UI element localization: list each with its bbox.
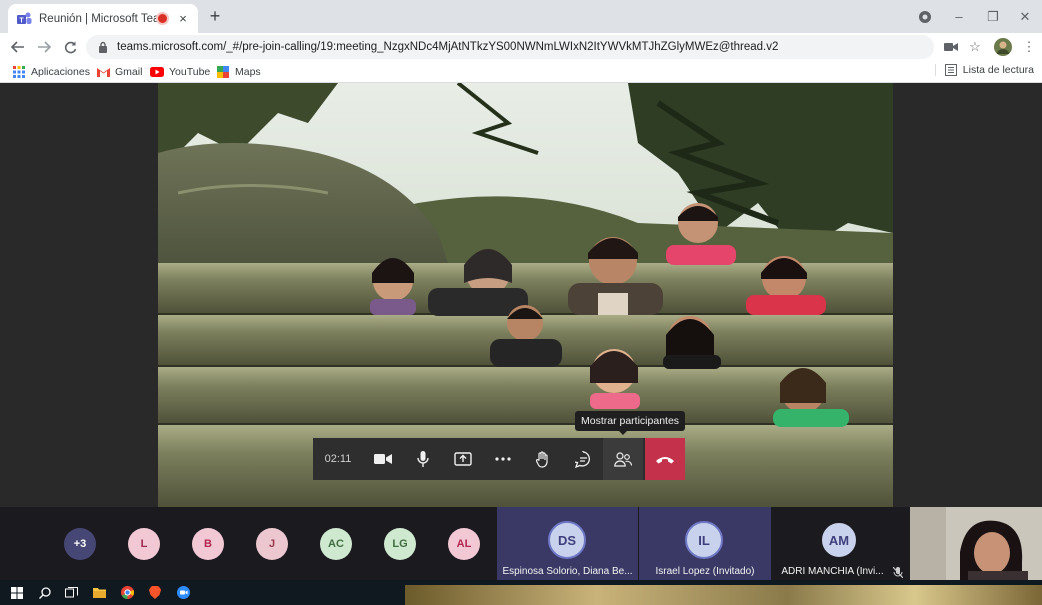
tooltip-arrow: [618, 430, 628, 435]
participant-avatar[interactable]: J: [256, 528, 288, 560]
bookmark-label: Maps: [235, 66, 261, 78]
chat-icon: [574, 450, 590, 468]
participants-icon: [614, 451, 632, 467]
participant-avatar[interactable]: LG: [384, 528, 416, 560]
share-screen-icon: [454, 452, 472, 466]
microphone-icon: [417, 451, 429, 467]
teams-favicon-icon: T: [16, 11, 32, 27]
maps-icon: [216, 66, 230, 78]
participants-tooltip: Mostrar participantes: [575, 411, 686, 431]
share-screen-button[interactable]: [443, 438, 483, 480]
menu-kebab-icon[interactable]: ⋮: [1018, 36, 1040, 58]
participant-tile[interactable]: AM ADRI MANCHIA (Invi...: [772, 507, 909, 580]
brave-icon[interactable]: [146, 584, 164, 601]
bookmark-label: YouTube: [169, 66, 211, 78]
bookmark-label: Gmail: [115, 66, 143, 78]
bookmark-gmail[interactable]: Gmail: [96, 64, 142, 80]
camera-icon: [374, 454, 392, 464]
new-tab-button[interactable]: +: [204, 6, 226, 28]
browser-tab[interactable]: T Reunión | Microsoft Teams ×: [8, 4, 198, 33]
screen: { "browser": { "tab_title": "Reunión | M…: [0, 0, 1042, 605]
restore-button[interactable]: ❐: [976, 0, 1010, 33]
microphone-toggle-button[interactable]: [403, 438, 443, 480]
reading-list-label: Lista de lectura: [962, 64, 1034, 76]
bookmark-label: Aplicaciones: [31, 66, 90, 78]
url-text: teams.microsoft.com/_#/pre-join-calling/…: [117, 41, 779, 53]
reload-icon[interactable]: [58, 35, 82, 59]
participant-avatar[interactable]: AL: [448, 528, 480, 560]
participant-initials: DS: [548, 521, 586, 559]
chat-button[interactable]: [563, 438, 603, 480]
call-controls-bar: [363, 438, 645, 480]
self-video-preview[interactable]: [910, 507, 1042, 580]
bookmark-star-icon[interactable]: ☆: [964, 36, 986, 58]
lock-icon: [96, 40, 110, 54]
back-arrow-icon[interactable]: [6, 35, 30, 59]
participants-button[interactable]: [603, 438, 643, 480]
participant-name: ADRI MANCHIA (Invi...: [781, 566, 884, 577]
bookmark-aplicaciones[interactable]: Aplicaciones: [12, 64, 90, 80]
reading-list-icon: [944, 64, 958, 76]
browser-toolbar: teams.microsoft.com/_#/pre-join-calling/…: [0, 33, 1042, 61]
bookmark-maps[interactable]: Maps: [216, 64, 261, 80]
profile-status-icon[interactable]: [908, 0, 942, 33]
tab-title: Reunión | Microsoft Teams: [39, 12, 158, 25]
chrome-icon[interactable]: [118, 584, 136, 601]
participant-initials: IL: [685, 521, 723, 559]
participant-tile[interactable]: IL Israel Lopez (Invitado): [639, 507, 771, 580]
taskbar-thumbnail-strip: [405, 585, 1042, 605]
address-bar[interactable]: teams.microsoft.com/_#/pre-join-calling/…: [86, 35, 934, 59]
more-options-button[interactable]: [483, 438, 523, 480]
camera-in-use-icon[interactable]: [940, 36, 962, 58]
close-window-button[interactable]: ✕: [1008, 0, 1042, 33]
zoom-icon[interactable]: [174, 584, 192, 601]
bookmarks-bar: Aplicaciones Gmail YouTube Maps Lista de…: [0, 61, 1042, 83]
bookmark-youtube[interactable]: YouTube: [150, 64, 210, 80]
call-duration: 02:11: [313, 438, 363, 480]
apps-grid-icon: [12, 66, 26, 78]
participant-avatar[interactable]: B: [192, 528, 224, 560]
forward-arrow-icon[interactable]: [32, 35, 56, 59]
more-options-icon: [495, 457, 511, 461]
windows-start-icon[interactable]: [8, 584, 26, 601]
profile-avatar[interactable]: [992, 36, 1014, 58]
raise-hand-icon: [536, 450, 548, 468]
camera-toggle-button[interactable]: [363, 438, 403, 480]
participant-avatar[interactable]: AC: [320, 528, 352, 560]
file-explorer-icon[interactable]: [90, 584, 108, 601]
participant-tile[interactable]: DS Espinosa Solorio, Diana Be...: [497, 507, 638, 580]
gmail-icon: [96, 66, 110, 78]
hang-up-button[interactable]: [645, 438, 685, 480]
participant-name: Espinosa Solorio, Diana Be...: [502, 566, 633, 577]
participant-avatar[interactable]: L: [128, 528, 160, 560]
youtube-icon: [150, 66, 164, 78]
svg-text:T: T: [19, 17, 24, 24]
raise-hand-button[interactable]: [523, 438, 563, 480]
self-video-image: [910, 507, 1042, 580]
muted-microphone-icon: [892, 565, 904, 579]
minimize-button[interactable]: –: [942, 0, 976, 33]
task-view-icon[interactable]: [62, 584, 80, 601]
search-icon[interactable]: [36, 584, 54, 601]
tab-close-button[interactable]: ×: [176, 11, 190, 26]
participant-initials: AM: [820, 521, 858, 559]
more-participants-button[interactable]: +3: [64, 528, 96, 560]
hang-up-icon: [656, 456, 674, 463]
participant-name: Israel Lopez (Invitado): [655, 566, 755, 577]
browser-tab-strip: T Reunión | Microsoft Teams × + – ❐ ✕: [0, 0, 1042, 33]
reading-list-button[interactable]: Lista de lectura: [934, 64, 1034, 76]
recording-indicator-icon: [158, 14, 167, 23]
